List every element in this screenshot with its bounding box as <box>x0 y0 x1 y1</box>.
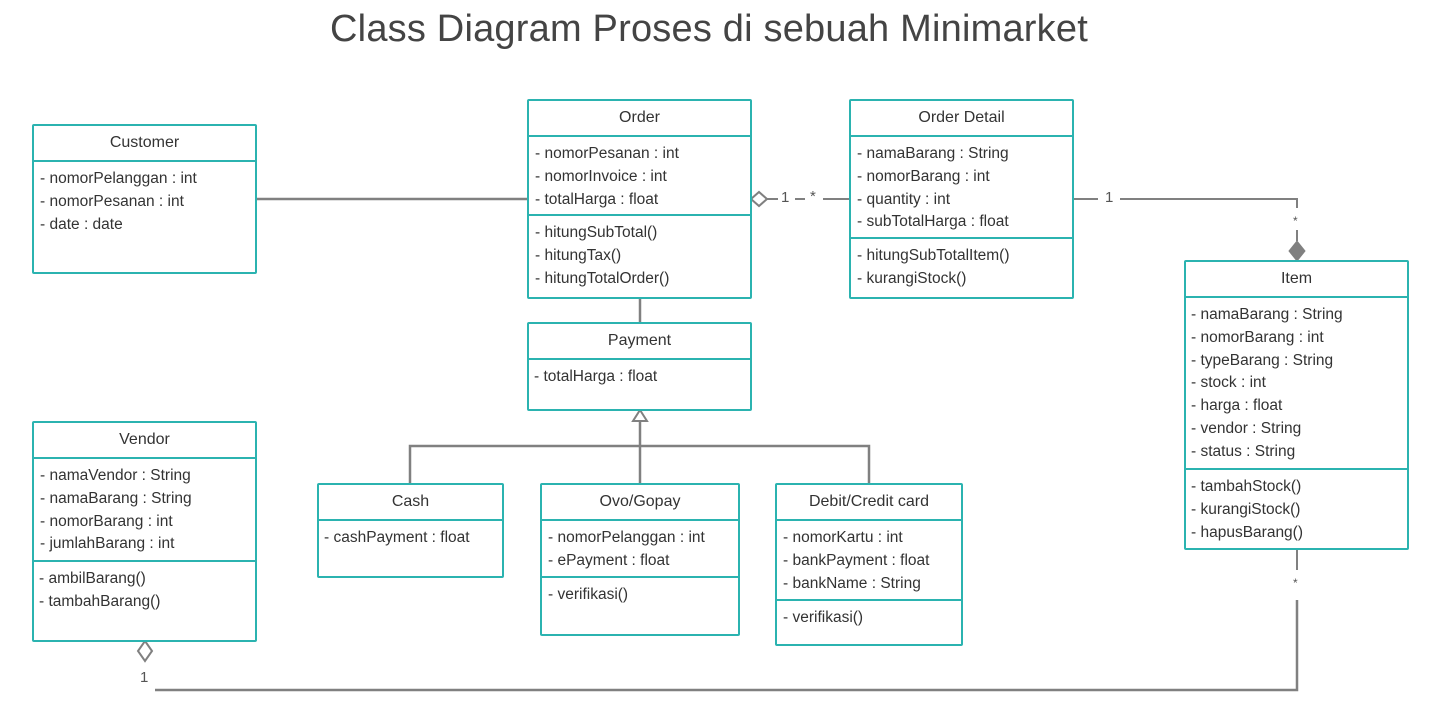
attribute: - namaVendor : String <box>40 467 191 484</box>
class-ovo-gopay[interactable]: Ovo/Gopay - nomorPelanggan : int - ePaym… <box>540 483 740 636</box>
class-order[interactable]: Order - nomorPesanan : int - nomorInvoic… <box>527 99 752 299</box>
attribute: - nomorBarang : int <box>40 512 173 530</box>
method: - hapusBarang() <box>1191 523 1304 541</box>
attribute: - namaBarang : String <box>1191 306 1343 323</box>
attribute: - ePayment : float <box>548 551 670 569</box>
attribute: - jumlahBarang : int <box>40 535 175 553</box>
attribute: - nomorBarang : int <box>857 167 990 185</box>
class-order-detail[interactable]: Order Detail - namaBarang : String - nom… <box>849 99 1074 299</box>
attributes-section: - nomorKartu : int - bankPayment : float… <box>777 521 961 601</box>
attribute: - namaBarang : String <box>857 145 1009 162</box>
class-name: Order <box>529 101 750 137</box>
attribute: - stock : int <box>1191 374 1266 392</box>
attribute: - nomorBarang : int <box>1191 328 1324 346</box>
attribute: - nomorPelanggan : int <box>548 529 705 546</box>
class-item[interactable]: Item - namaBarang : String - nomorBarang… <box>1184 260 1409 550</box>
multiplicity-item-top: * <box>1293 214 1298 228</box>
method: - hitungTax() <box>535 246 622 264</box>
methods-section: - verifikasi() <box>777 601 961 630</box>
multiplicity-orderdetail-to-item: 1 <box>1105 189 1114 206</box>
multiplicity-order-side: 1 <box>781 189 790 206</box>
class-customer[interactable]: Customer - nomorPelanggan : int - nomorP… <box>32 124 257 274</box>
attribute: - namaBarang : String <box>40 489 192 507</box>
class-name: Vendor <box>34 423 255 459</box>
multiplicity-item-bottom: * <box>1293 576 1298 590</box>
multiplicity-orderdetail-side: * <box>810 188 816 205</box>
attribute: - nomorKartu : int <box>783 529 903 546</box>
order-aggregation-diamond <box>749 190 769 208</box>
attributes-section: - nomorPelanggan : int - ePayment : floa… <box>542 521 738 578</box>
class-name: Ovo/Gopay <box>542 485 738 521</box>
method: - tambahStock() <box>1191 478 1302 495</box>
attributes-section: - totalHarga : float <box>529 360 750 389</box>
methods-section: - hitungSubTotal() - hitungTax() - hitun… <box>529 216 750 290</box>
attributes-section: - nomorPelanggan : int - nomorPesanan : … <box>34 162 255 236</box>
method: - hitungSubTotal() <box>535 224 658 241</box>
method: - kurangiStock() <box>1191 500 1301 518</box>
attribute: - nomorPesanan : int <box>535 145 679 162</box>
item-composition-diamond <box>1288 240 1306 262</box>
methods-section: - hitungSubTotalItem() - kurangiStock() <box>851 239 1072 291</box>
attribute: - quantity : int <box>857 190 951 208</box>
attribute: - totalHarga : float <box>534 368 658 385</box>
method: - ambilBarang() <box>39 570 146 587</box>
attributes-section: - namaBarang : String - nomorBarang : in… <box>851 137 1072 239</box>
method: - hitungSubTotalItem() <box>857 247 1010 264</box>
methods-section: - ambilBarang() - tambahBarang() <box>34 562 255 614</box>
class-name: Order Detail <box>851 101 1072 137</box>
payment-inheritance-arrow <box>631 408 649 422</box>
attribute: - bankPayment : float <box>783 551 930 569</box>
attribute: - subTotalHarga : float <box>857 213 1009 231</box>
attribute: - harga : float <box>1191 397 1283 415</box>
orderdetail-item-line-b <box>1120 198 1298 208</box>
attribute: - totalHarga : float <box>535 190 659 208</box>
methods-section: - verifikasi() <box>542 578 738 607</box>
class-name: Item <box>1186 262 1407 298</box>
multiplicity-vendor-side: 1 <box>140 669 149 686</box>
class-debit-credit-card[interactable]: Debit/Credit card - nomorKartu : int - b… <box>775 483 963 646</box>
class-name: Cash <box>319 485 502 521</box>
method: - verifikasi() <box>548 586 629 603</box>
attribute: - status : String <box>1191 442 1296 460</box>
attribute: - typeBarang : String <box>1191 351 1334 369</box>
class-payment[interactable]: Payment - totalHarga : float <box>527 322 752 411</box>
vendor-aggregation-diamond <box>136 639 154 663</box>
class-name: Customer <box>34 126 255 162</box>
methods-section: - tambahStock() - kurangiStock() - hapus… <box>1186 470 1407 544</box>
method: - kurangiStock() <box>857 269 967 287</box>
class-vendor[interactable]: Vendor - namaVendor : String - namaBaran… <box>32 421 257 642</box>
attribute: - date : date <box>40 215 123 233</box>
attributes-section: - namaVendor : String - namaBarang : Str… <box>34 459 255 562</box>
class-name: Payment <box>529 324 750 360</box>
class-name: Debit/Credit card <box>777 485 961 521</box>
attribute: - nomorPelanggan : int <box>40 170 197 187</box>
attribute: - nomorPesanan : int <box>40 192 184 210</box>
class-cash[interactable]: Cash - cashPayment : float <box>317 483 504 578</box>
method: - hitungTotalOrder() <box>535 269 670 287</box>
method: - verifikasi() <box>783 609 864 626</box>
attribute: - vendor : String <box>1191 419 1302 437</box>
attributes-section: - cashPayment : float <box>319 521 502 550</box>
attribute: - cashPayment : float <box>324 529 470 546</box>
attributes-section: - namaBarang : String - nomorBarang : in… <box>1186 298 1407 470</box>
attribute: - bankName : String <box>783 574 921 592</box>
attribute: - nomorInvoice : int <box>535 167 667 185</box>
attributes-section: - nomorPesanan : int - nomorInvoice : in… <box>529 137 750 216</box>
method: - tambahBarang() <box>39 592 161 610</box>
